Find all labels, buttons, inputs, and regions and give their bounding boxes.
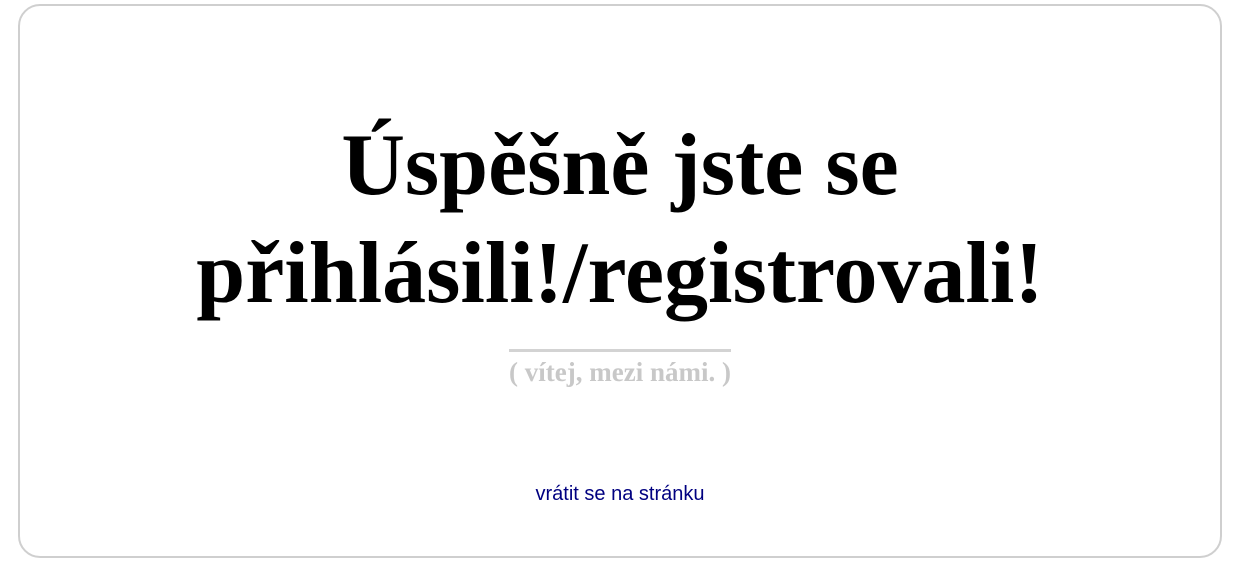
success-heading: Úspěšně jste se přihlásili!/registrovali…: [0, 112, 1240, 328]
success-heading-line-2: přihlásili!/registrovali!: [196, 225, 1044, 322]
back-to-page-link[interactable]: vrátit se na stránku: [536, 483, 705, 505]
success-heading-line-1: Úspěšně jste se: [341, 117, 899, 214]
back-link-container: vrátit se na stránku: [0, 481, 1240, 507]
welcome-subtitle: ( vítej, mezi námi. ): [509, 349, 731, 388]
welcome-subtitle-container: ( vítej, mezi námi. ): [0, 349, 1240, 388]
